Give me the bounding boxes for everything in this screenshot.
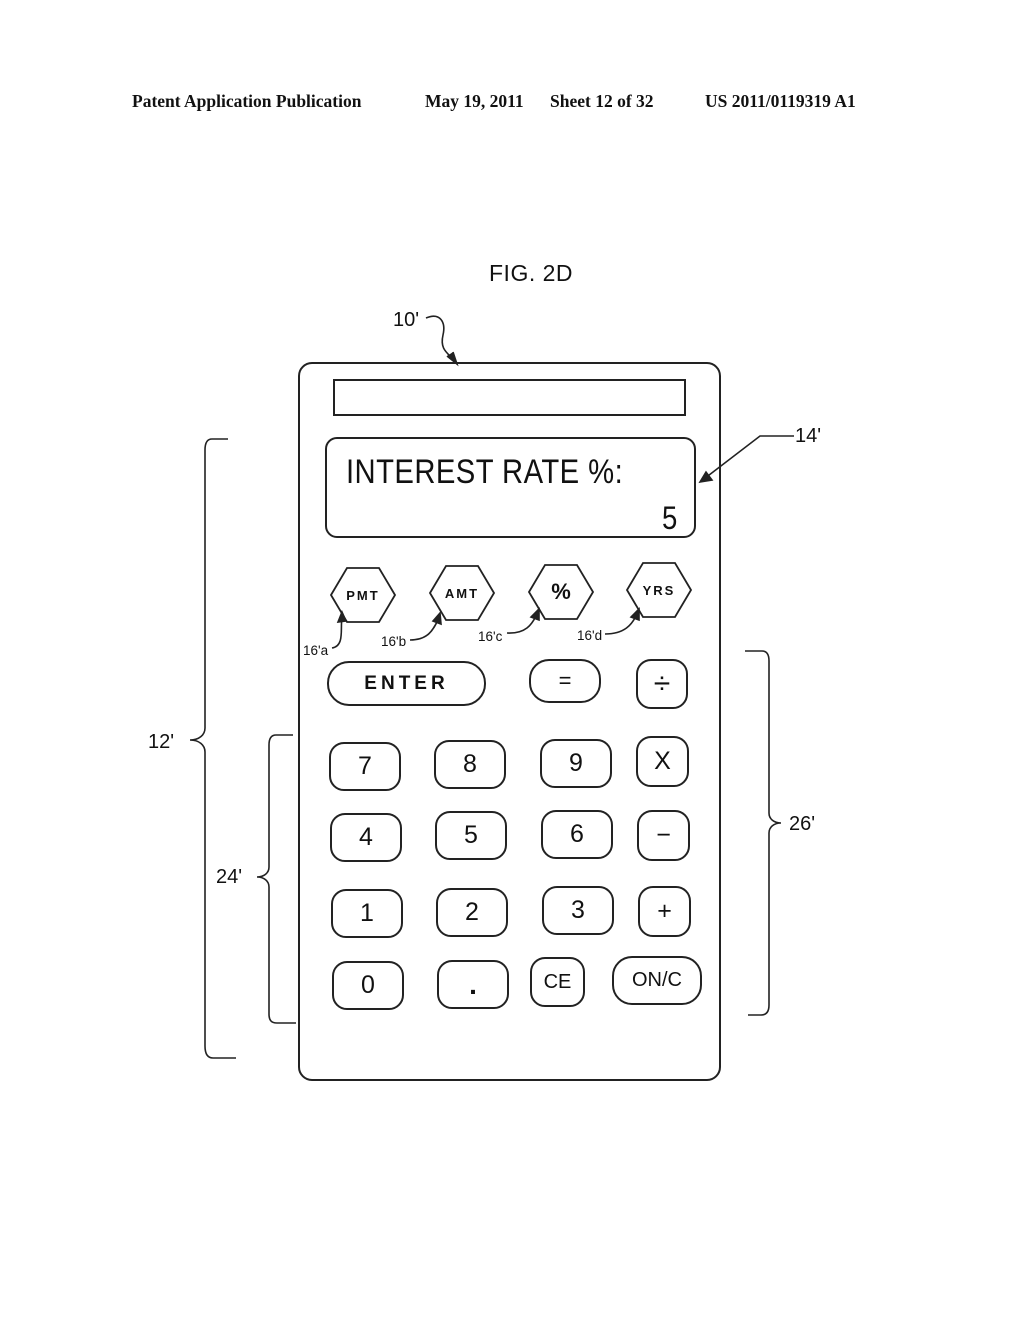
pmt-key[interactable]: PMT <box>330 566 396 624</box>
key-0[interactable]: 0 <box>332 961 404 1010</box>
ref-10: 10' <box>393 309 420 331</box>
clear-entry-key[interactable]: CE <box>530 957 585 1007</box>
key-9[interactable]: 9 <box>540 739 612 788</box>
display-value: 5 <box>662 500 678 536</box>
divide-key[interactable]: ÷ <box>636 659 688 709</box>
amt-key-label: AMT <box>444 585 480 601</box>
enter-key[interactable]: ENTER <box>327 661 486 706</box>
key-3[interactable]: 3 <box>542 886 614 935</box>
brace-24 <box>256 734 296 1024</box>
ref-24: 24' <box>216 866 243 888</box>
on-clear-key[interactable]: ON/C <box>612 956 702 1005</box>
decimal-key[interactable]: . <box>437 960 509 1009</box>
key-2[interactable]: 2 <box>436 888 508 937</box>
key-5[interactable]: 5 <box>435 811 507 860</box>
leader-10 <box>425 315 453 359</box>
ref-14: 14' <box>795 425 822 447</box>
plus-key[interactable]: + <box>638 886 691 937</box>
key-6[interactable]: 6 <box>541 810 613 859</box>
key-4[interactable]: 4 <box>330 813 402 862</box>
brace-26 <box>745 650 782 1016</box>
key-7[interactable]: 7 <box>329 742 401 791</box>
minus-key[interactable]: − <box>637 810 690 861</box>
equals-key[interactable]: = <box>529 659 601 703</box>
ref-26: 26' <box>789 813 816 835</box>
yrs-key-label: YRS <box>642 582 676 598</box>
percent-key-label: % <box>551 579 571 604</box>
yrs-key[interactable]: YRS <box>626 561 692 619</box>
brace-12 <box>189 438 236 1059</box>
key-8[interactable]: 8 <box>434 740 506 789</box>
ref-12: 12' <box>148 731 175 753</box>
display-label: INTEREST RATE %: <box>346 453 624 491</box>
pmt-key-label: PMT <box>346 587 380 603</box>
key-1[interactable]: 1 <box>331 889 403 938</box>
amt-key[interactable]: AMT <box>429 564 495 622</box>
multiply-key[interactable]: X <box>636 736 689 787</box>
solar-panel <box>333 379 686 416</box>
percent-key[interactable]: % <box>528 563 594 621</box>
